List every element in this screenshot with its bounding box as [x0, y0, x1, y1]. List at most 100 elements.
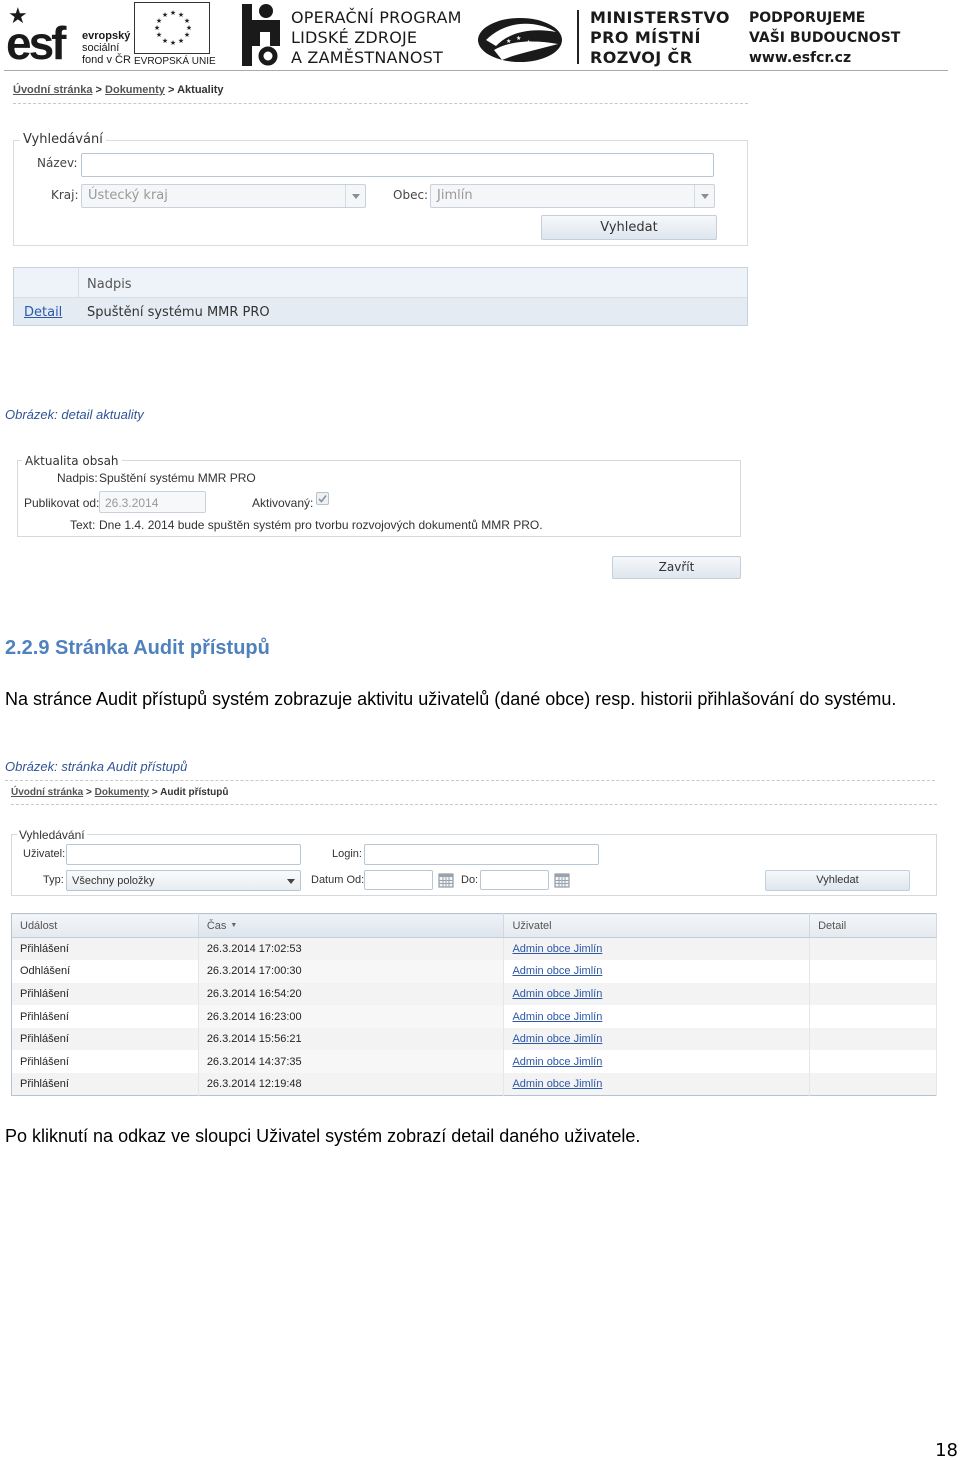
svg-text:★: ★ [170, 9, 176, 17]
esf-line-1: evropský [82, 30, 131, 42]
date-from-input[interactable] [364, 870, 433, 890]
esf-line-3: fond v ČR [82, 54, 131, 66]
user-link[interactable]: Admin obce Jimlín [512, 965, 602, 977]
section-heading: 2.2.9 Stránka Audit přístupů [5, 637, 270, 659]
active-label: Aktivovaný: [252, 496, 314, 510]
table-row: Přihlášení 26.3.2014 16:54:20 Admin obce J… [11, 982, 937, 1006]
op-line-2: LIDSKÉ ZDROJE [291, 28, 418, 47]
region-select-value: Ústecký kraj [88, 188, 168, 203]
esf-logo: ★ esf [4, 2, 80, 69]
table-row: Přihlášení 26.3.2014 17:02:53 Admin obce J… [11, 937, 937, 961]
news-grid-header: Nadpis [14, 268, 747, 325]
op-title: OPERAČNÍ PROGRAM LIDSKÉ ZDROJE A ZAMĚSTN… [291, 8, 462, 68]
column-header-detail[interactable]: Detail [809, 913, 937, 938]
time-cell: 26.3.2014 12:19:48 [198, 1073, 505, 1096]
sort-desc-icon: ▼ [230, 922, 238, 930]
breadcrumb-current: Aktuality [177, 84, 224, 96]
detail-cell [809, 982, 937, 1006]
header-rule [4, 70, 948, 71]
detail-cell [809, 1005, 937, 1028]
chevron-down-icon[interactable] [287, 879, 295, 884]
mmr-divider [577, 10, 579, 64]
column-header-user[interactable]: Uživatel [503, 913, 811, 938]
closing-paragraph: Po kliknutí na odkaz ve sloupci Uživatel… [5, 1126, 641, 1146]
region-select[interactable]: Ústecký kraj [81, 184, 366, 208]
event-cell: Přihlášení [11, 1073, 199, 1096]
event-cell: Přihlášení [11, 1027, 199, 1051]
news-detail-legend: Aktualita obsah [22, 454, 122, 468]
breadcrumb-documents[interactable]: Dokumenty [105, 84, 165, 96]
calendar-icon[interactable] [554, 872, 570, 888]
name-input[interactable] [81, 153, 714, 177]
audit-search-button[interactable]: Vyhledat [765, 870, 910, 891]
time-cell: 26.3.2014 16:23:00 [198, 1005, 505, 1028]
column-header-event[interactable]: Událost [11, 913, 199, 938]
user-cell: Admin obce Jimlín [503, 960, 811, 983]
column-header-time[interactable]: Čas ▼ [198, 913, 505, 938]
user-cell: Admin obce Jimlín [503, 982, 811, 1006]
svg-text:★: ★ [162, 37, 168, 45]
user-label: Uživatel: [23, 848, 66, 860]
active-checkbox[interactable] [316, 492, 329, 505]
op-figure-icon [242, 4, 280, 66]
user-link[interactable]: Admin obce Jimlín [512, 988, 602, 1000]
audit-search-legend: Vyhledávání [17, 828, 87, 842]
login-input[interactable] [364, 844, 599, 865]
breadcrumb-divider [13, 103, 748, 104]
breadcrumb-current: Audit přístupů [160, 787, 229, 798]
user-link[interactable]: Admin obce Jimlín [512, 943, 602, 955]
search-button[interactable]: Vyhledat [541, 215, 717, 240]
audit-table: Událost Čas ▼ Uživatel Detail Přihlášení 2… [11, 913, 937, 1097]
close-button[interactable]: Zavřít [612, 556, 741, 579]
news-grid-column-title[interactable]: Nadpis [87, 277, 132, 292]
eu-label: EVROPSKÁ UNIE [134, 56, 216, 67]
breadcrumb: Úvodní stránka > Dokumenty > Aktuality [13, 84, 224, 96]
user-input[interactable] [66, 844, 301, 865]
user-link[interactable]: Admin obce Jimlín [512, 1056, 602, 1068]
svg-text:★: ★ [516, 35, 521, 42]
calendar-icon[interactable] [438, 872, 454, 888]
date-to-input[interactable] [480, 870, 549, 890]
date-from-label: Datum Od: [311, 874, 365, 886]
publish-from-input[interactable]: 26.3.2014 [99, 491, 206, 513]
esf-subtitle: evropský sociální fond v ČR [82, 30, 131, 66]
user-cell: Admin obce Jimlín [503, 1005, 811, 1028]
user-cell: Admin obce Jimlín [503, 1027, 811, 1051]
op-line-3: A ZAMĚSTNANOST [291, 48, 443, 67]
event-cell: Odhlášení [11, 960, 199, 983]
town-select[interactable]: Jimlín [430, 184, 715, 208]
svg-text:★: ★ [526, 39, 531, 46]
type-select[interactable]: Všechny položky [66, 870, 301, 891]
detail-cell [809, 937, 937, 961]
breadcrumb-home[interactable]: Úvodní stránka [11, 787, 83, 798]
detail-cell [809, 1050, 937, 1074]
mmr-logo-icon: ★ ★ ★ [478, 18, 562, 62]
type-select-value: Všechny položky [72, 875, 155, 887]
user-link[interactable]: Admin obce Jimlín [512, 1078, 602, 1090]
breadcrumb-separator: > [86, 787, 92, 798]
chevron-down-icon[interactable] [345, 185, 365, 207]
publish-from-label: Publikovat od: [24, 496, 100, 510]
svg-text:★: ★ [506, 38, 511, 45]
chevron-down-icon[interactable] [694, 185, 714, 207]
user-link[interactable]: Admin obce Jimlín [512, 1011, 602, 1023]
user-cell: Admin obce Jimlín [503, 1050, 811, 1074]
event-cell: Přihlášení [11, 937, 199, 961]
news-title-label: Nadpis: [57, 471, 98, 485]
news-detail-link[interactable]: Detail [24, 305, 62, 320]
table-row: Přihlášení 26.3.2014 15:56:21 Admin obce J… [11, 1027, 937, 1051]
page-number: 18 [935, 1440, 958, 1460]
user-cell: Admin obce Jimlín [503, 1073, 811, 1096]
support-url[interactable]: www.esfcr.cz [749, 48, 900, 68]
news-text-value: Dne 1.4. 2014 bude spuštěn systém pro tv… [99, 518, 543, 532]
breadcrumb-home[interactable]: Úvodní stránka [13, 84, 92, 96]
breadcrumb: Úvodní stránka > Dokumenty > Audit příst… [11, 787, 228, 798]
user-link[interactable]: Admin obce Jimlín [512, 1033, 602, 1045]
column-header-time-label: Čas [206, 919, 227, 932]
table-row: Přihlášení 26.3.2014 14:37:35 Admin obce J… [11, 1050, 937, 1074]
esf-wordmark: esf [6, 17, 67, 69]
table-row: Odhlášení 26.3.2014 17:00:30 Admin obce Ji… [11, 960, 937, 983]
time-cell: 26.3.2014 15:56:21 [198, 1027, 505, 1051]
breadcrumb-divider [11, 804, 937, 805]
breadcrumb-documents[interactable]: Dokumenty [95, 787, 149, 798]
